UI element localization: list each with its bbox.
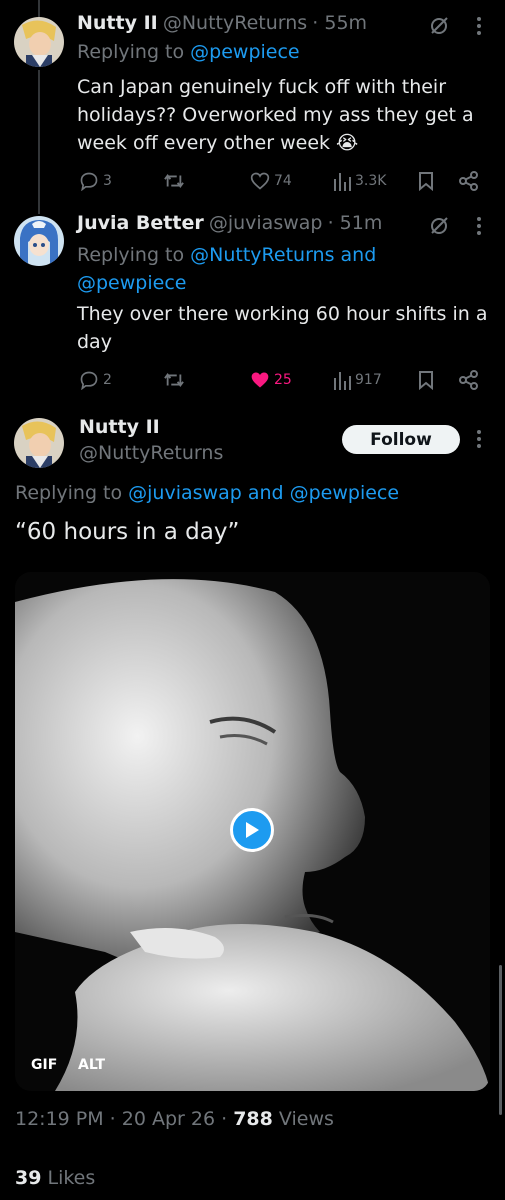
replying-prefix: Replying to [77, 244, 191, 266]
bookmark-icon[interactable] [418, 171, 434, 195]
display-name[interactable]: Nutty II [77, 12, 158, 34]
retweet-icon [164, 174, 184, 188]
user-handle[interactable]: @NuttyReturns [163, 12, 307, 34]
reply-button[interactable]: 2 [79, 370, 112, 390]
mention-link[interactable]: @pewpiece [77, 272, 186, 294]
replying-prefix: Replying to [15, 482, 129, 504]
share-icon[interactable] [459, 171, 479, 195]
tweet-meta: 12:19 PM · 20 Apr 26 · 788 Views [15, 1108, 334, 1130]
thread-line [38, 70, 40, 214]
views-button[interactable]: 3.3K [333, 171, 386, 191]
more-options-icon[interactable] [476, 429, 482, 453]
analytics-icon [334, 372, 351, 390]
thread-line [38, 0, 40, 17]
view-count: 3.3K [355, 173, 387, 189]
replying-to: Replying to @NuttyReturns and @pewpiece [77, 241, 376, 297]
timestamp[interactable]: · 55m [312, 12, 367, 34]
retweet-button[interactable] [163, 370, 185, 390]
views-button[interactable]: 917 [333, 370, 382, 390]
grok-icon[interactable] [428, 215, 450, 241]
timestamp[interactable]: · 51m [328, 212, 383, 234]
like-button[interactable]: 74 [250, 171, 292, 191]
heart-filled-icon [251, 372, 269, 388]
likes-count: 39 [15, 1167, 42, 1189]
play-button[interactable] [230, 808, 274, 852]
post-time: 12:19 PM · 20 Apr 26 · [15, 1108, 234, 1130]
mention-link[interactable]: @juviaswap and @pewpiece [128, 482, 399, 504]
retweet-button[interactable] [163, 171, 185, 191]
reply-icon [80, 172, 98, 191]
replying-to: Replying to @pewpiece [77, 41, 300, 63]
like-button[interactable]: 25 [250, 370, 292, 390]
more-options-icon[interactable] [476, 216, 482, 240]
like-count: 25 [274, 372, 292, 388]
reply-icon [80, 371, 98, 390]
reply-count: 3 [103, 173, 112, 189]
user-handle[interactable]: @juviaswap [209, 212, 323, 234]
heart-icon [250, 172, 270, 190]
avatar[interactable] [14, 216, 64, 266]
reply-count: 2 [103, 372, 112, 388]
avatar[interactable] [14, 17, 64, 67]
reply-button[interactable]: 3 [79, 171, 112, 191]
replying-prefix: Replying to [77, 41, 191, 63]
play-icon [246, 822, 259, 838]
replying-to: Replying to @juviaswap and @pewpiece [15, 482, 399, 504]
view-count: 917 [355, 372, 382, 388]
scrollbar[interactable] [499, 965, 502, 1115]
bookmark-icon[interactable] [418, 370, 434, 394]
mention-link[interactable]: @NuttyReturns and [190, 244, 376, 266]
share-icon[interactable] [459, 370, 479, 394]
user-handle[interactable]: @NuttyReturns [79, 442, 223, 464]
likes-summary[interactable]: 39 Likes [15, 1167, 95, 1189]
display-name[interactable]: Nutty II [79, 416, 160, 438]
analytics-icon [334, 173, 351, 191]
avatar[interactable] [14, 418, 64, 468]
views-label: Views [272, 1108, 334, 1130]
gif-badge: GIF [31, 1057, 58, 1073]
views-count: 788 [233, 1108, 273, 1130]
alt-badge[interactable]: ALT [78, 1057, 105, 1073]
grok-icon[interactable] [428, 15, 450, 41]
tweet-text: Can Japan genuinely fuck off with their … [77, 76, 474, 154]
mention-link[interactable]: @pewpiece [190, 41, 299, 63]
tweet-text: “60 hours in a day” [15, 519, 240, 545]
like-count: 74 [274, 173, 292, 189]
display-name[interactable]: Juvia Better [77, 212, 204, 234]
more-options-icon[interactable] [476, 16, 482, 40]
retweet-icon [164, 373, 184, 387]
follow-button[interactable]: Follow [342, 425, 460, 454]
tweet-text: They over there working 60 hour shifts i… [77, 303, 488, 353]
likes-label: Likes [41, 1167, 96, 1189]
